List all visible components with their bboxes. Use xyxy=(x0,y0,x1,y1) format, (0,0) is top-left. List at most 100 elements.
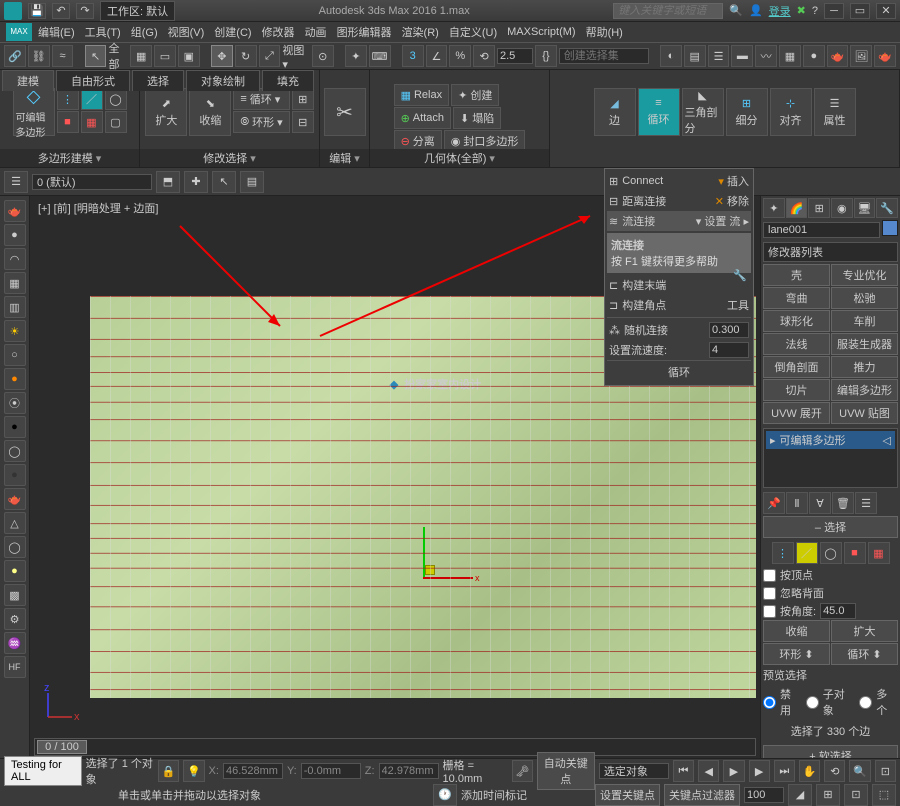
build-end-row[interactable]: ⊏构建末端 xyxy=(607,275,733,295)
tri-button[interactable]: ◣三角剖分 xyxy=(682,88,724,136)
by-angle-check[interactable]: 按角度: xyxy=(763,602,898,620)
align-button[interactable]: ⊹对齐 xyxy=(770,88,812,136)
utilities-tab-icon[interactable]: 🔧 xyxy=(876,198,898,218)
pal-checker-icon[interactable]: ▩ xyxy=(4,584,26,606)
insert-option[interactable]: ▾ 插入 xyxy=(718,173,749,189)
hierarchy-tab-icon[interactable]: ⊞ xyxy=(808,198,830,218)
object-name-input[interactable] xyxy=(763,222,880,238)
max-logo-icon[interactable]: MAX xyxy=(6,23,32,41)
edit-button[interactable]: ✂ xyxy=(324,88,366,136)
show-result-icon[interactable]: Ⅱ xyxy=(786,492,808,514)
timeline[interactable]: 0 0 / 100 xyxy=(34,738,756,756)
pal-hf-icon[interactable]: HF xyxy=(4,656,26,678)
goto-end-icon[interactable]: ⏭ xyxy=(774,760,795,782)
keymode-icon[interactable]: ⌨ xyxy=(369,45,391,67)
shrink-button[interactable]: ⬊收缩 xyxy=(189,88,231,136)
panel-label[interactable]: 修改选择 ▾ xyxy=(140,149,319,167)
flyout-footer[interactable]: 循环 xyxy=(607,360,751,383)
loop-tool-button[interactable]: ≡循环 xyxy=(638,88,680,136)
configure-icon[interactable]: ☰ xyxy=(855,492,877,514)
random-connect-row[interactable]: ⁂随机连接 xyxy=(607,320,751,340)
modify-tab-icon[interactable]: 🌈 xyxy=(786,198,808,218)
connect-row[interactable]: ⊞Connect▾ 插入 xyxy=(607,171,751,191)
prev-frame-icon[interactable]: ◀ xyxy=(698,760,719,782)
angle-input[interactable] xyxy=(820,603,856,619)
pal-torus-icon[interactable]: ◯ xyxy=(4,536,26,558)
mod-editpoly-button[interactable]: 编辑多边形 xyxy=(831,379,898,401)
mirror-icon[interactable]: ◐ xyxy=(660,45,682,67)
panel-label[interactable]: 编辑 ▾ xyxy=(320,149,369,167)
menu-item[interactable]: 工具(T) xyxy=(81,22,125,42)
border-subobj-icon[interactable]: ◯ xyxy=(105,88,127,110)
save-icon[interactable]: 💾 xyxy=(28,3,46,19)
nav1-icon[interactable]: ⊡ xyxy=(844,784,868,806)
selection-filter-dropdown[interactable]: 全部 xyxy=(108,40,128,72)
menu-item[interactable]: 自定义(U) xyxy=(445,22,501,42)
select-name-icon[interactable]: ▦ xyxy=(130,45,152,67)
unlink-icon[interactable]: ⛓ xyxy=(28,45,50,67)
layer-dropdown[interactable] xyxy=(32,174,152,190)
poly-subobj-icon[interactable]: ■ xyxy=(57,111,79,133)
props-button[interactable]: ☰属性 xyxy=(814,88,856,136)
selection-rollout-header[interactable]: – 选择 xyxy=(763,516,898,538)
z-coord-input[interactable] xyxy=(379,763,439,779)
motion-tab-icon[interactable]: ◉ xyxy=(831,198,853,218)
ignore-back-checkbox[interactable] xyxy=(763,587,776,600)
render-icon[interactable]: 🫖 xyxy=(874,45,896,67)
menu-item[interactable]: 视图(V) xyxy=(164,22,209,42)
by-angle-checkbox[interactable] xyxy=(763,605,776,618)
shrink-sel-button[interactable]: 收缩 xyxy=(763,620,830,642)
pal-sun-icon[interactable]: ☀ xyxy=(4,320,26,342)
multi-radio[interactable] xyxy=(859,696,872,709)
rotate-icon[interactable]: ↻ xyxy=(235,45,257,67)
by-vertex-check[interactable]: 按顶点 xyxy=(763,566,898,584)
layer-icon[interactable]: ☰ xyxy=(4,171,28,193)
softsel-rollout-header[interactable]: + 软选择 xyxy=(763,745,898,758)
subdiv-button[interactable]: ⊞细分 xyxy=(726,88,768,136)
keyfilter-button[interactable]: 关键点过滤器 xyxy=(664,784,740,806)
distance-row[interactable]: ⊟距离连接✕ 移除 xyxy=(607,191,751,211)
edge-subobj-icon[interactable]: ／ xyxy=(81,88,103,110)
user-icon[interactable]: 👤 xyxy=(749,4,763,17)
scale-icon[interactable]: ⤢ xyxy=(259,45,281,67)
ribbon-toggle-icon[interactable]: ▬ xyxy=(731,45,753,67)
y-coord-input[interactable] xyxy=(301,763,361,779)
add-time-tag[interactable]: 添加时间标记 xyxy=(461,787,527,803)
pal-sphere-icon[interactable]: ● xyxy=(4,224,26,246)
editable-poly-button[interactable]: ◇ 可编辑多边形 xyxy=(13,88,55,136)
play-icon[interactable]: ▶ xyxy=(723,760,744,782)
tab-freeform[interactable]: 自由形式 xyxy=(56,70,130,91)
pal-circle-icon[interactable]: ○ xyxy=(4,344,26,366)
minimize-icon[interactable]: ─ xyxy=(824,3,844,19)
panel-label[interactable]: 几何体(全部) ▾ xyxy=(370,149,549,167)
pal-glow-icon[interactable]: ● xyxy=(4,560,26,582)
zoom-ext-icon[interactable]: ⊡ xyxy=(875,760,896,782)
mod-push-button[interactable]: 推力 xyxy=(831,356,898,378)
angle-snap-icon[interactable]: ∠ xyxy=(426,45,448,67)
lock-icon[interactable]: 🔒 xyxy=(158,760,179,782)
pal-orange-icon[interactable]: ● xyxy=(4,368,26,390)
create-tab-icon[interactable]: ✦ xyxy=(763,198,785,218)
mod-lathe-button[interactable]: 车削 xyxy=(831,310,898,332)
infocenter-icon[interactable]: 🔍 xyxy=(729,4,743,17)
zoom-icon[interactable]: 🔍 xyxy=(849,760,870,782)
attach-button[interactable]: ⊕Attach xyxy=(394,107,451,129)
display-tab-icon[interactable]: 🖥 xyxy=(854,198,876,218)
spinner-snap-icon[interactable]: ⟲ xyxy=(473,45,495,67)
select-rect-icon[interactable]: ▭ xyxy=(154,45,176,67)
menu-item[interactable]: 修改器 xyxy=(258,22,299,42)
pal-grid2-icon[interactable]: ▥ xyxy=(4,296,26,318)
pal-teapot2-icon[interactable]: 🫖 xyxy=(4,488,26,510)
pal-multi-icon[interactable]: ⦿ xyxy=(4,392,26,414)
flow-settings[interactable]: ▾ 设置 流 ▸ xyxy=(696,213,749,229)
render-frame-icon[interactable]: 🖼 xyxy=(850,45,872,67)
modsel-ico2[interactable]: ⊟ xyxy=(292,111,314,133)
close-icon[interactable]: ✕ xyxy=(876,3,896,19)
curve-editor-icon[interactable]: 〰 xyxy=(755,45,777,67)
viewport-label[interactable]: [+] [前] [明暗处理 + 边面] xyxy=(38,200,158,216)
layers-icon[interactable]: ☰ xyxy=(708,45,730,67)
mod-shell-button[interactable]: 壳 xyxy=(763,264,830,286)
sign-in-link[interactable]: 登录 xyxy=(769,3,791,19)
menu-item[interactable]: 渲染(R) xyxy=(398,22,443,42)
setkey-button[interactable]: 设置关键点 xyxy=(595,784,660,806)
